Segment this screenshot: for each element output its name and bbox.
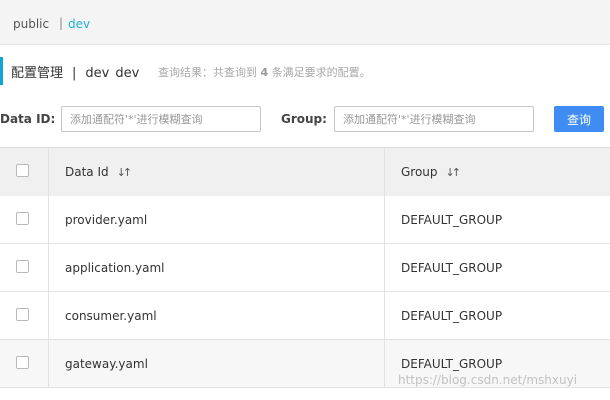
namespace-separator: |	[59, 16, 64, 30]
table-row[interactable]: consumer.yaml DEFAULT_GROUP	[0, 292, 610, 340]
data-id-cell: gateway.yaml	[65, 357, 148, 371]
sort-icon[interactable]: ↓↑	[117, 166, 133, 179]
result-count: 4	[260, 66, 269, 79]
env-id: dev	[85, 66, 110, 81]
data-id-cell: consumer.yaml	[65, 309, 157, 323]
page-title-separator: |	[72, 66, 77, 81]
column-divider	[48, 292, 49, 339]
column-divider	[384, 340, 385, 387]
column-divider	[384, 148, 385, 196]
row-checkbox[interactable]	[16, 212, 29, 225]
data-id-cell: provider.yaml	[65, 213, 148, 227]
data-id-label: Data ID:	[0, 112, 56, 126]
column-divider	[384, 196, 385, 243]
column-divider	[384, 244, 385, 291]
column-divider	[48, 244, 49, 291]
group-cell: DEFAULT_GROUP	[401, 261, 503, 275]
watermark: https://blog.csdn.net/mshxuyi	[398, 373, 578, 387]
page-title-text: 配置管理	[11, 66, 64, 81]
group-cell: DEFAULT_GROUP	[401, 309, 503, 323]
table-row[interactable]: application.yaml DEFAULT_GROUP	[0, 244, 610, 292]
select-all-checkbox[interactable]	[16, 164, 29, 177]
group-label: Group:	[281, 112, 327, 126]
group-input[interactable]	[334, 106, 534, 132]
table-row[interactable]: provider.yaml DEFAULT_GROUP	[0, 196, 610, 244]
row-checkbox[interactable]	[16, 260, 29, 273]
column-divider	[48, 148, 49, 196]
row-checkbox[interactable]	[16, 308, 29, 321]
row-checkbox[interactable]	[16, 356, 29, 369]
sort-icon[interactable]: ↓↑	[446, 166, 462, 179]
namespace-bar: public | dev	[0, 0, 610, 45]
page-title: 配置管理 | dev dev	[11, 62, 139, 81]
column-header-group-label: Group	[401, 165, 438, 179]
column-divider	[48, 340, 49, 387]
data-id-input[interactable]	[61, 106, 261, 132]
column-header-data-id[interactable]: Data Id ↓↑	[65, 165, 133, 179]
namespace-dev[interactable]: dev	[68, 17, 90, 31]
data-id-cell: application.yaml	[65, 261, 165, 275]
config-table: Data Id ↓↑ Group ↓↑ provider.yaml DEFAULT_…	[0, 147, 610, 388]
column-divider	[48, 196, 49, 243]
column-divider	[384, 292, 385, 339]
table-header: Data Id ↓↑ Group ↓↑	[0, 148, 610, 197]
group-cell: DEFAULT_GROUP	[401, 213, 503, 227]
title-accent-bar	[0, 57, 3, 85]
group-cell: DEFAULT_GROUP	[401, 357, 503, 371]
result-prefix: 查询结果：共查询到	[158, 66, 257, 79]
namespace-public[interactable]: public	[13, 17, 49, 31]
env-name: dev	[115, 66, 140, 81]
column-header-data-id-label: Data Id	[65, 165, 109, 179]
query-button[interactable]: 查询	[554, 106, 604, 132]
result-suffix: 条满足要求的配置。	[271, 66, 371, 79]
result-summary: 查询结果：共查询到 4 条满足要求的配置。	[158, 64, 371, 80]
column-header-group[interactable]: Group ↓↑	[401, 165, 462, 179]
